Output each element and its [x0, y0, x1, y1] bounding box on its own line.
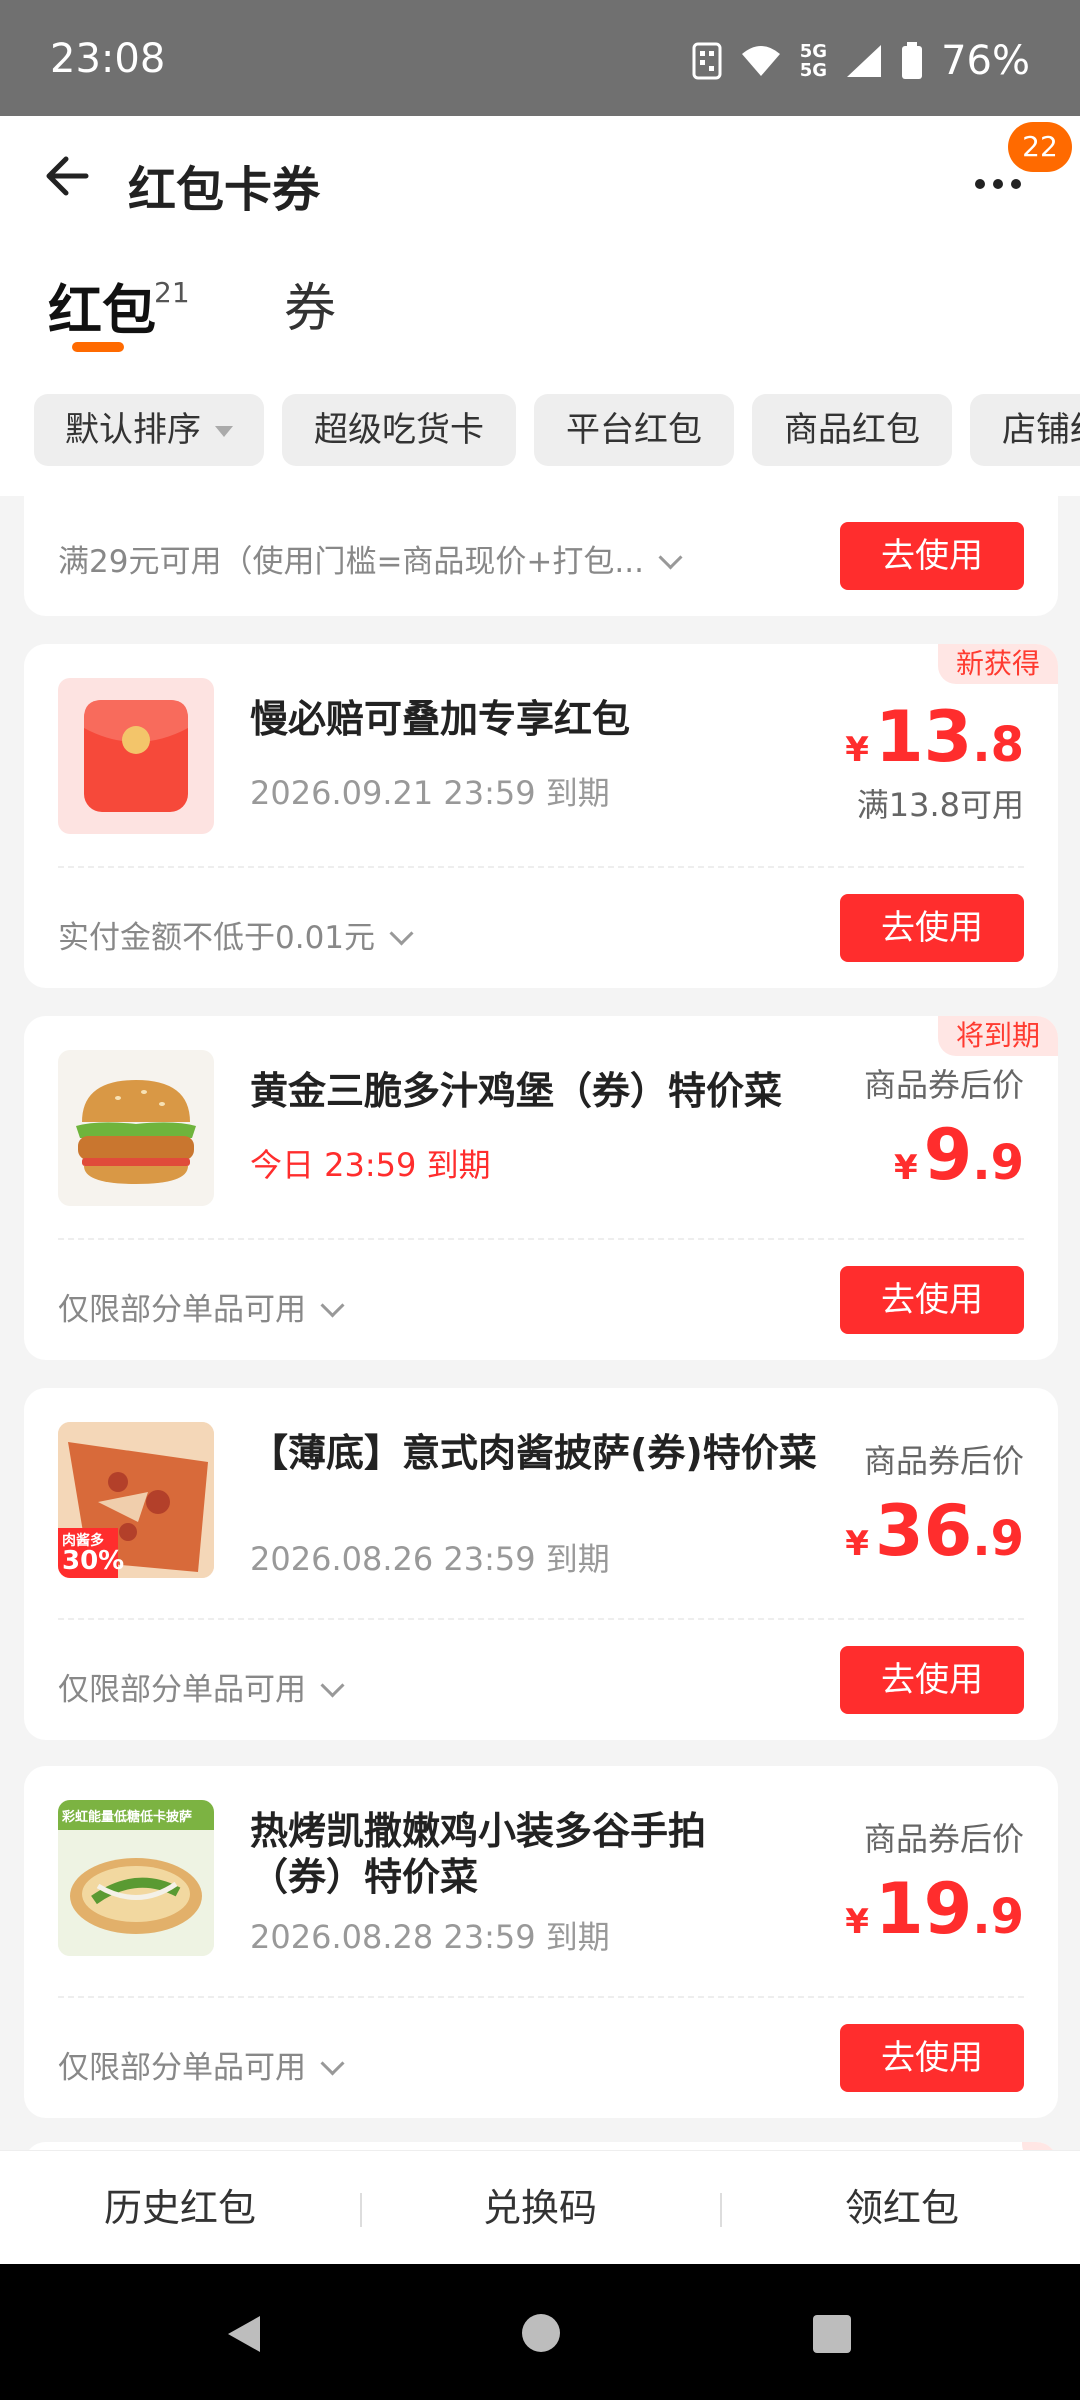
chevron-down-icon: [320, 1673, 345, 1698]
coupon-title: 热烤凯撒嫩鸡小装多谷手拍（券）特价菜: [250, 1809, 707, 1899]
red-packet-icon: [84, 700, 188, 812]
use-button[interactable]: 去使用: [840, 2024, 1024, 2092]
tab-hongbao[interactable]: 红包: [48, 266, 156, 345]
coupon-amount: ¥13.8: [845, 696, 1024, 778]
coupon-condition[interactable]: 仅限部分单品可用: [58, 1664, 345, 1709]
signal-icon: [847, 45, 882, 77]
burger-thumbnail: [58, 1050, 214, 1206]
chevron-down-icon: [389, 921, 414, 946]
back-arrow-icon[interactable]: [38, 146, 98, 206]
price-label: 商品券后价: [863, 1442, 1024, 1480]
redeem-code-button[interactable]: 兑换码: [390, 2151, 690, 2265]
filter-chip-platform[interactable]: 平台红包: [534, 394, 734, 466]
nav-back-icon[interactable]: [222, 2312, 266, 2356]
new-tag: 新获得: [937, 644, 1058, 684]
data-saver-icon: [692, 42, 722, 80]
coupon-card: 彩虹能量低糖低卡披萨 热烤凯撒嫩鸡小装多谷手拍（券）特价菜 2026.08.28…: [24, 1766, 1058, 2118]
coupon-list[interactable]: 满29元可用（使用门槛=商品现价+打包... 去使用 新获得 慢必赔可叠加专享红…: [0, 496, 1080, 2150]
coupon-price: ¥36.9: [845, 1490, 1024, 1572]
battery-icon: [902, 42, 923, 79]
nav-recents-icon[interactable]: [812, 2314, 852, 2354]
tab-quan[interactable]: 券: [284, 266, 336, 341]
corner-tag: [1022, 2142, 1058, 2150]
dropdown-caret-icon: [215, 426, 233, 437]
status-time: 23:08: [50, 36, 166, 82]
bottom-action-bar: 历史红包 兑换码 领红包: [0, 2150, 1080, 2265]
coupon-title: 慢必赔可叠加专享红包: [250, 697, 631, 741]
filter-chip-super-card[interactable]: 超级吃货卡: [282, 394, 516, 466]
coupon-price: ¥19.9: [845, 1868, 1024, 1950]
filter-chip-product[interactable]: 商品红包: [752, 394, 952, 466]
status-icons: 5G 5G 76%: [692, 36, 1030, 86]
coupon-expiry: 2026.08.26 23:59 到期: [250, 1540, 610, 1578]
coupon-threshold: 满13.8可用: [856, 786, 1024, 824]
coupon-condition[interactable]: 实付金额不低于0.01元: [58, 912, 414, 957]
red-packet-thumbnail: [58, 678, 214, 834]
header: 红包卡券 22 红包 21 券 默认排序 超级吃货卡 平台红包 商品红包 店铺红…: [0, 116, 1080, 496]
price-label: 商品券后价: [863, 1820, 1024, 1858]
network-type-icon: 5G 5G: [799, 41, 828, 81]
filter-chip-store[interactable]: 店铺红包: [970, 394, 1080, 466]
tab-active-indicator: [72, 342, 124, 352]
coupon-card: [24, 2142, 1058, 2150]
coupon-expiry: 2026.09.21 23:59 到期: [250, 774, 610, 812]
notification-badge: 22: [1008, 122, 1072, 172]
thumb-badge: 30%: [62, 1546, 125, 1576]
coupon-expiry: 今日 23:59 到期: [250, 1146, 491, 1184]
filter-chip-sort[interactable]: 默认排序: [34, 394, 264, 466]
coupon-card: 新获得 慢必赔可叠加专享红包 2026.09.21 23:59 到期 ¥13.8…: [24, 644, 1058, 988]
status-bar: 23:08 5G 5G 76%: [0, 0, 1080, 116]
wrap-thumbnail: 彩虹能量低糖低卡披萨: [58, 1800, 214, 1956]
page-title: 红包卡券: [128, 162, 321, 218]
use-button[interactable]: 去使用: [840, 894, 1024, 962]
chevron-down-icon: [658, 545, 683, 570]
thumb-caption: 彩虹能量低糖低卡披萨: [62, 1810, 193, 1825]
nav-home-icon[interactable]: [520, 2312, 562, 2354]
price-label: 商品券后价: [863, 1066, 1024, 1104]
expiring-tag: 将到期: [937, 1016, 1058, 1056]
system-nav-bar: [0, 2264, 1080, 2400]
filter-chips: 默认排序 超级吃货卡 平台红包 商品红包 店铺红包: [0, 394, 1080, 470]
coupon-card: 肉酱多 30% 【薄底】意式肉酱披萨(券)特价菜 2026.08.26 23:5…: [24, 1388, 1058, 1740]
coupon-expiry: 2026.08.28 23:59 到期: [250, 1918, 610, 1956]
coupon-card: 将到期 黄金三脆多汁鸡堡（券）特价菜 今日 23:59 到期 商品券后价 ¥9.…: [24, 1016, 1058, 1360]
coupon-condition[interactable]: 仅限部分单品可用: [58, 1284, 345, 1329]
use-button[interactable]: 去使用: [840, 1266, 1024, 1334]
coupon-price: ¥9.9: [893, 1114, 1024, 1196]
coupon-card: 满29元可用（使用门槛=商品现价+打包... 去使用: [24, 496, 1058, 616]
chevron-down-icon: [320, 1293, 345, 1318]
use-button[interactable]: 去使用: [840, 1646, 1024, 1714]
battery-level: 76%: [941, 38, 1030, 84]
pizza-thumbnail: 肉酱多 30%: [58, 1422, 214, 1578]
chevron-down-icon: [320, 2051, 345, 2076]
coupon-title: 【薄底】意式肉酱披萨(券)特价菜: [250, 1431, 817, 1475]
coupon-condition[interactable]: 满29元可用（使用门槛=商品现价+打包...: [58, 536, 683, 581]
history-red-packets-button[interactable]: 历史红包: [30, 2151, 330, 2265]
get-red-packets-button[interactable]: 领红包: [752, 2151, 1052, 2265]
coupon-condition[interactable]: 仅限部分单品可用: [58, 2042, 345, 2087]
coupon-title: 黄金三脆多汁鸡堡（券）特价菜: [250, 1069, 783, 1113]
wifi-icon: [741, 46, 780, 76]
tab-hongbao-count: 21: [154, 276, 190, 309]
use-button[interactable]: 去使用: [840, 522, 1024, 590]
burger-icon: [76, 1080, 196, 1184]
